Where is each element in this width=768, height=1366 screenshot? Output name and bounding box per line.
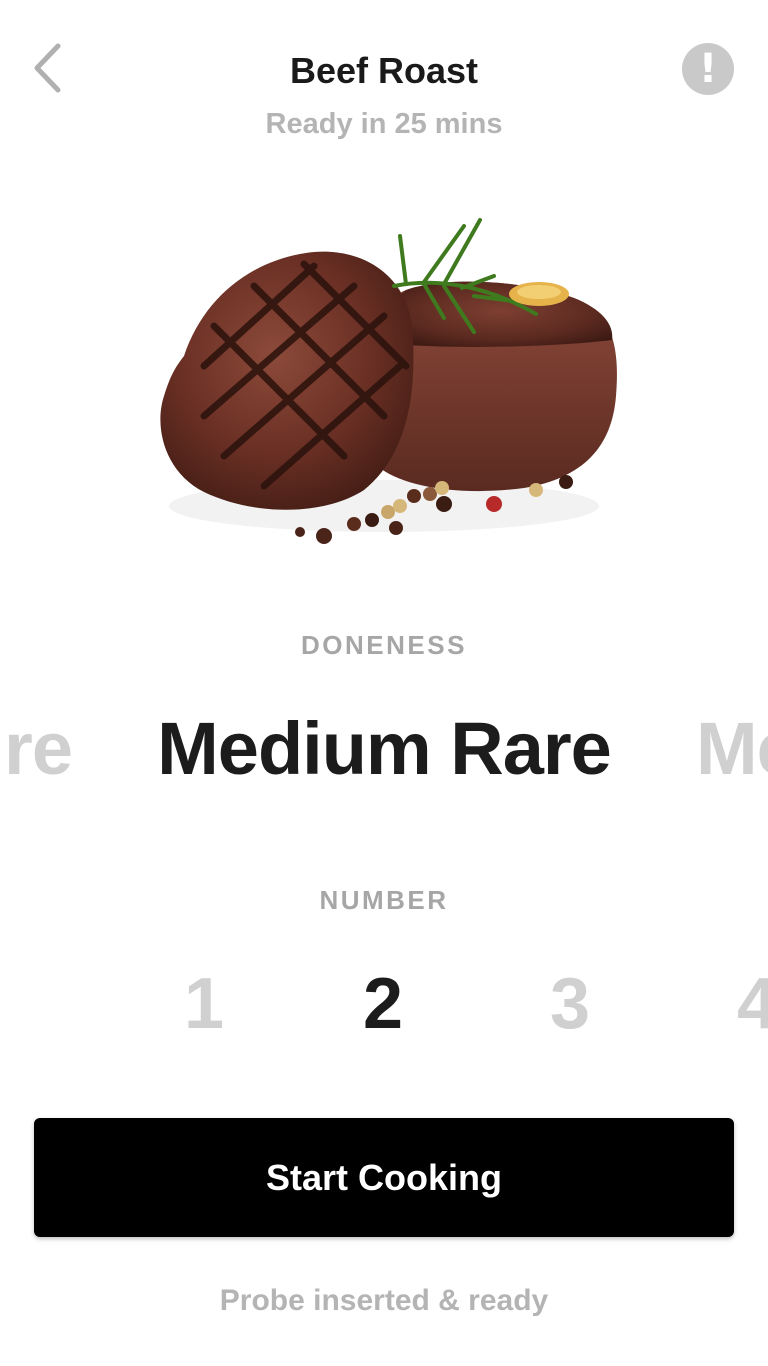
page-title: Beef Roast <box>289 50 479 91</box>
number-option-1[interactable]: 1 <box>164 963 244 1045</box>
doneness-label: DONENESS <box>301 630 467 660</box>
doneness-option-next[interactable]: Me <box>696 706 768 791</box>
start-cooking-button[interactable]: Start Cooking <box>34 1118 734 1237</box>
exclamation-icon: ! <box>698 46 718 92</box>
probe-status: Probe inserted & ready <box>219 1284 549 1317</box>
ready-time: Ready in 25 mins <box>265 108 503 140</box>
number-option-2-selected[interactable]: 2 <box>343 963 423 1045</box>
number-option-4[interactable]: 4 <box>717 963 768 1045</box>
recipe-screen: Beef Roast Ready in 25 mins ! DONENESS r… <box>0 0 768 1366</box>
number-label: NUMBER <box>319 885 449 915</box>
steak-photo <box>160 218 617 544</box>
doneness-option-selected[interactable]: Medium Rare <box>0 706 768 791</box>
number-option-3[interactable]: 3 <box>530 963 610 1045</box>
info-button[interactable]: ! <box>682 43 734 95</box>
